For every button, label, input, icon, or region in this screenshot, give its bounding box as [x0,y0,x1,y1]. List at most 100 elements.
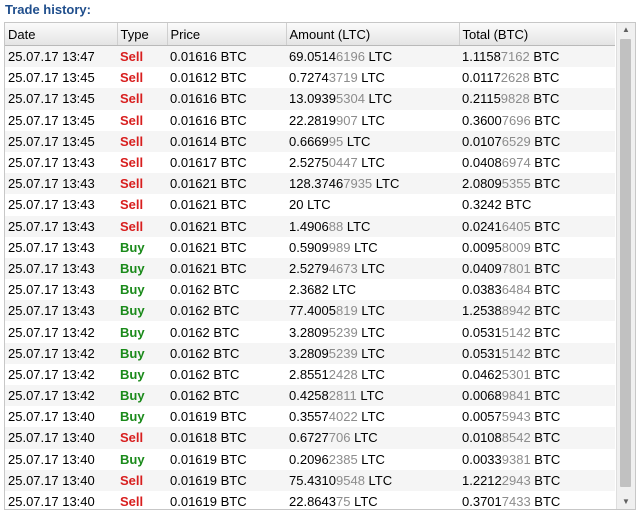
amount-main: 3.2809 [289,324,329,340]
scrollbar-thumb[interactable] [620,39,631,487]
total-dim: 6405 [501,218,531,234]
total-main: 0.0068 [462,388,502,404]
total-dim: 9381 [501,451,531,467]
trade-total-cell: 0.01088542 BTC [459,427,615,448]
amount-main: 0.3557 [289,409,329,425]
trade-type-cell: Sell [120,430,144,446]
trade-amount-cell: 0.5909989 LTC [286,237,459,258]
table-row[interactable]: 25.07.17 13:42 Buy 0.0162 BTC 3.28095239 LT… [5,342,615,364]
trade-history-title: Trade history: [5,2,91,17]
total-main: 0.3600 [462,112,502,128]
column-header-date[interactable]: Date [5,23,118,46]
trade-date-cell: 25.07.17 13:43 [8,260,95,276]
total-unit: BTC [530,494,561,510]
table-row[interactable]: 25.07.17 13:40 Sell 0.01619 BTC 75.43109548… [5,469,615,491]
table-row[interactable]: 25.07.17 13:43 Sell 0.01621 BTC 20 LTC 0.324… [5,194,615,216]
table-row[interactable]: 25.07.17 13:43 Sell 0.01621 BTC 1.490688 LT… [5,215,615,237]
table-row[interactable]: 25.07.17 13:40 Sell 0.01618 BTC 0.6727706 L… [5,427,615,449]
trade-history-panel: Date Type Price Amount (LTC) Total (BTC)… [4,22,636,510]
table-row[interactable]: 25.07.17 13:42 Buy 0.0162 BTC 2.85512428 LT… [5,363,615,385]
table-row[interactable]: 25.07.17 13:40 Buy 0.01619 BTC 0.35574022 L… [5,406,615,428]
trade-total-cell: 0.00339381 BTC [459,449,615,470]
trade-type-cell: Buy [120,409,145,425]
amount-main: 22.8643 [289,494,336,510]
trade-type-cell: Buy [120,366,145,382]
vertical-scrollbar[interactable]: ▲ ▼ [616,23,635,509]
trade-date-cell: 25.07.17 13:43 [8,218,95,234]
amount-dim: 706 [328,430,351,446]
trade-total-cell: 0.05315142 BTC [459,343,615,364]
table-row[interactable]: 25.07.17 13:42 Buy 0.0162 BTC 0.42582811 LT… [5,385,615,407]
down-arrow-icon[interactable]: ▼ [617,495,635,509]
amount-unit: LTC [350,239,378,255]
trade-date-cell: 25.07.17 13:40 [8,472,95,488]
trade-type-cell: Sell [120,218,144,234]
total-unit: BTC [530,176,561,192]
amount-unit: LTC [357,303,385,319]
table-row[interactable]: 25.07.17 13:45 Sell 0.01616 BTC 13.09395304… [5,88,615,110]
total-main: 0.0117 [462,70,501,86]
amount-main: 128.3746 [289,176,344,192]
amount-main: 20 [289,197,304,213]
trade-price-cell: 0.01616 BTC [170,112,247,128]
amount-dim: 95 [328,133,344,149]
trade-amount-cell: 0.666995 LTC [286,131,459,152]
column-header-type[interactable]: Type [117,23,168,46]
trade-date-cell: 25.07.17 13:40 [8,430,95,446]
trade-date-cell: 25.07.17 13:42 [8,388,95,404]
table-row[interactable]: 25.07.17 13:42 Buy 0.0162 BTC 3.28095239 LT… [5,321,615,343]
trade-total-cell: 0.02416405 BTC [459,216,615,237]
total-main: 1.2538 [462,303,502,319]
trade-type-cell: Sell [120,112,144,128]
total-main: 0.0095 [462,239,502,255]
amount-main: 2.3682 [289,282,329,298]
total-unit: BTC [530,112,561,128]
trade-price-cell: 0.01621 BTC [170,197,247,213]
trade-date-cell: 25.07.17 13:43 [8,197,95,213]
total-dim: 6484 [501,282,531,298]
table-row[interactable]: 25.07.17 13:43 Sell 0.01617 BTC 2.52750447 … [5,151,615,174]
trade-amount-cell: 2.3682 LTC [286,279,459,300]
trade-total-cell: 0.01076529 BTC [459,131,615,152]
total-dim: 5355 [501,176,531,192]
column-header-amount[interactable]: Amount (LTC) [286,23,460,46]
table-row[interactable]: 25.07.17 13:47 Sell 0.01616 BTC 69.05146196… [5,45,615,68]
trade-amount-cell: 69.05146196 LTC [286,46,459,68]
trade-amount-cell: 20 LTC [286,194,459,215]
amount-dim: 9548 [336,472,365,488]
table-row[interactable]: 25.07.17 13:40 Sell 0.01619 BTC 22.864375 L… [5,490,615,510]
total-dim: 5943 [501,409,531,425]
table-row[interactable]: 25.07.17 13:43 Sell 0.01621 BTC 128.3746793… [5,173,615,195]
table-row[interactable]: 25.07.17 13:45 Sell 0.01616 BTC 22.2819907 … [5,109,615,131]
column-header-total[interactable]: Total (BTC) [459,23,615,46]
total-main: 1.2212 [462,472,502,488]
table-row[interactable]: 25.07.17 13:43 Buy 0.01621 BTC 2.52794673 L… [5,257,615,280]
trade-amount-cell: 0.6727706 LTC [286,427,459,448]
column-header-price[interactable]: Price [167,23,287,46]
trade-price-cell: 0.01618 BTC [170,430,247,446]
amount-main: 69.0514 [289,49,336,65]
total-main: 0.0408 [462,155,502,171]
total-unit: BTC [530,260,561,276]
table-row[interactable]: 25.07.17 13:45 Sell 0.01612 BTC 0.72743719 … [5,67,615,89]
table-row[interactable]: 25.07.17 13:43 Buy 0.0162 BTC 77.4005819 LT… [5,300,615,322]
amount-main: 22.2819 [289,112,336,128]
total-unit: BTC [530,388,561,404]
trade-price-cell: 0.01612 BTC [170,70,247,86]
trade-total-cell: 2.08095355 BTC [459,173,615,194]
table-row[interactable]: 25.07.17 13:40 Buy 0.01619 BTC 0.20962385 L… [5,448,615,470]
amount-main: 0.4258 [289,388,329,404]
trade-date-cell: 25.07.17 13:40 [8,451,95,467]
table-row[interactable]: 25.07.17 13:43 Buy 0.01621 BTC 0.5909989 LT… [5,236,615,258]
trade-amount-cell: 0.72743719 LTC [286,67,459,88]
total-unit: BTC [530,409,561,425]
up-arrow-icon[interactable]: ▲ [617,23,635,37]
table-row[interactable]: 25.07.17 13:45 Sell 0.01614 BTC 0.666995 LT… [5,130,615,152]
table-row[interactable]: 25.07.17 13:43 Buy 0.0162 BTC 2.3682 LTC 0.0… [5,279,615,301]
trade-type-cell: Sell [120,70,144,86]
trade-date-cell: 25.07.17 13:47 [8,49,95,65]
total-main: 0.0107 [462,133,502,149]
amount-unit: LTC [357,324,385,340]
trade-type-cell: Buy [120,282,145,298]
trade-amount-cell: 3.28095239 LTC [286,321,459,342]
